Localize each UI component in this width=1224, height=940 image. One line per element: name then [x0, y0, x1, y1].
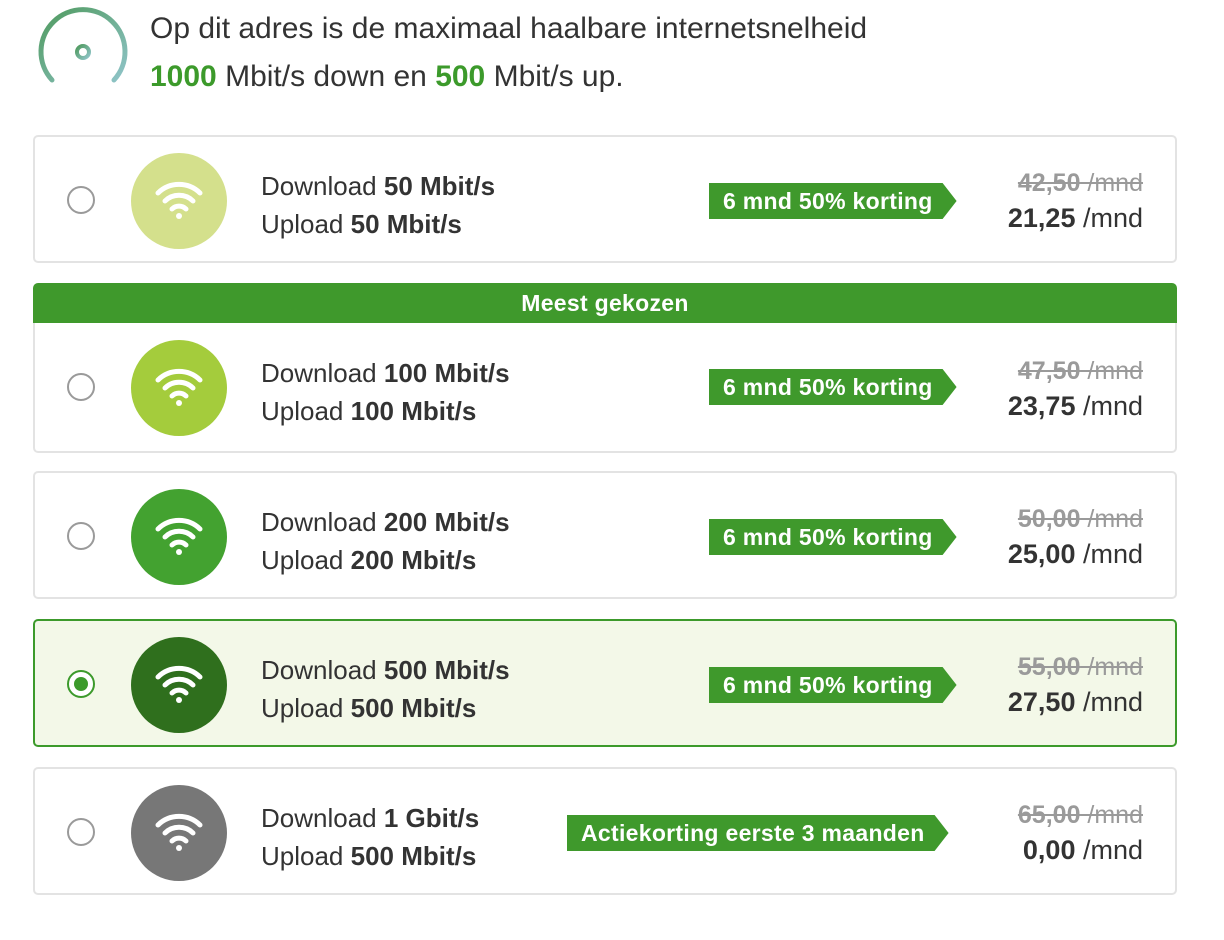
download-value: 500 Mbit/s	[383, 655, 510, 685]
new-price: 0,00 /mnd	[1022, 835, 1143, 865]
speedometer-icon	[38, 7, 128, 83]
upload-value: 500 Mbit/s	[350, 841, 477, 871]
upload-value: 100 Mbit/s	[350, 396, 477, 426]
old-price: 55,00 /mnd	[1017, 653, 1143, 681]
promo-tag: Actiekorting eerste 3 maanden	[567, 815, 949, 851]
download-value: 50 Mbit/s	[383, 171, 496, 201]
plan-card[interactable]: Download 50 Mbit/s Upload 50 Mbit/s 6 mn…	[33, 135, 1177, 263]
max-download-value: 1000	[150, 60, 217, 93]
promo-tag: 6 mnd 50% korting	[709, 369, 957, 405]
header-speed-line: 1000 Mbit/s down en 500 Mbit/s up.	[150, 60, 624, 94]
upload-value: 500 Mbit/s	[350, 693, 477, 723]
new-price: 25,00 /mnd	[1007, 539, 1143, 569]
download-label: Download	[261, 803, 384, 833]
download-label: Download	[261, 507, 384, 537]
plan-radio[interactable]	[67, 818, 95, 846]
plan-radio-checked[interactable]	[67, 670, 95, 698]
upload-label: Upload	[261, 545, 351, 575]
plan-radio[interactable]	[67, 186, 95, 214]
upload-label: Upload	[261, 396, 351, 426]
download-value: 100 Mbit/s	[383, 358, 510, 388]
speed-info-header: Op dit adres is de maximaal haalbare int…	[34, 4, 1184, 104]
plan-radio[interactable]	[67, 522, 95, 550]
upload-value: 50 Mbit/s	[350, 209, 462, 239]
new-price: 27,50 /mnd	[1007, 687, 1143, 717]
up-text: Mbit/s up.	[485, 60, 624, 93]
down-text: Mbit/s down en	[216, 60, 436, 93]
header-text: Op dit adres is de maximaal haalbare int…	[150, 12, 868, 45]
plan-radio[interactable]	[67, 373, 95, 401]
wifi-icon	[131, 489, 227, 585]
wifi-icon	[131, 637, 227, 733]
old-price: 65,00 /mnd	[1017, 801, 1143, 829]
plan-card[interactable]: Download 100 Mbit/s Upload 100 Mbit/s 6 …	[33, 323, 1177, 453]
wifi-icon	[131, 153, 227, 249]
new-price: 23,75 /mnd	[1007, 391, 1143, 421]
upload-label: Upload	[261, 841, 351, 871]
upload-value: 200 Mbit/s	[350, 545, 477, 575]
promo-tag: 6 mnd 50% korting	[709, 667, 957, 703]
plan-speed: Download 100 Mbit/s Upload 100 Mbit/s	[261, 354, 510, 430]
new-price: 21,25 /mnd	[1007, 203, 1143, 233]
upload-label: Upload	[261, 693, 351, 723]
upload-label: Upload	[261, 209, 351, 239]
plan-speed: Download 1 Gbit/s Upload 500 Mbit/s	[261, 799, 479, 875]
download-value: 200 Mbit/s	[383, 507, 510, 537]
download-label: Download	[261, 358, 384, 388]
plan-card-selected[interactable]: Download 500 Mbit/s Upload 500 Mbit/s 6 …	[33, 619, 1177, 747]
old-price: 42,50 /mnd	[1017, 169, 1143, 197]
plan-speed: Download 200 Mbit/s Upload 200 Mbit/s	[261, 503, 510, 579]
download-label: Download	[261, 171, 384, 201]
wifi-icon	[131, 785, 227, 881]
plan-card[interactable]: Download 200 Mbit/s Upload 200 Mbit/s 6 …	[33, 471, 1177, 599]
old-price: 50,00 /mnd	[1017, 505, 1143, 533]
promo-tag: 6 mnd 50% korting	[709, 519, 957, 555]
plan-speed: Download 500 Mbit/s Upload 500 Mbit/s	[261, 651, 510, 727]
promo-tag: 6 mnd 50% korting	[709, 183, 957, 219]
wifi-icon	[131, 340, 227, 436]
old-price: 47,50 /mnd	[1017, 357, 1143, 385]
max-upload-value: 500	[435, 60, 486, 93]
plan-card[interactable]: Download 1 Gbit/s Upload 500 Mbit/s Acti…	[33, 767, 1177, 895]
most-chosen-banner: Meest gekozen	[33, 283, 1177, 323]
download-value: 1 Gbit/s	[383, 803, 480, 833]
download-label: Download	[261, 655, 384, 685]
plan-speed: Download 50 Mbit/s Upload 50 Mbit/s	[261, 167, 495, 243]
